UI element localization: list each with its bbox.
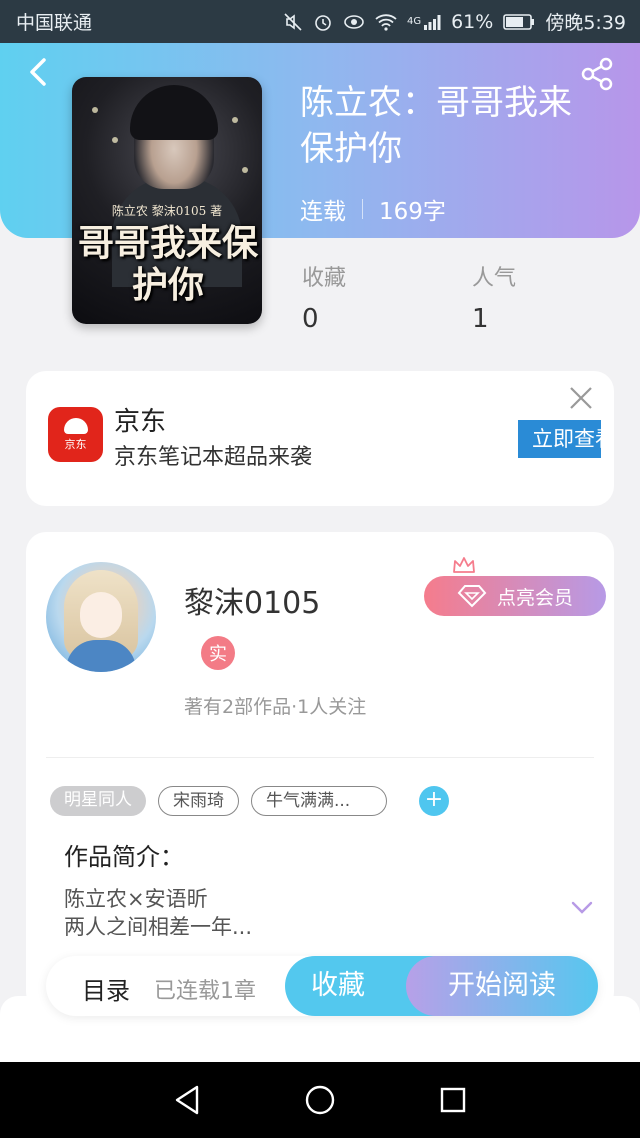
book-title: 陈立农：哥哥我来保护你 xyxy=(300,83,572,169)
toc-button[interactable]: 目录 xyxy=(82,971,130,1006)
signal-icon: 4G xyxy=(407,14,441,30)
book-status: 连载 xyxy=(300,199,346,225)
vip-button[interactable]: 点亮会员 xyxy=(424,576,606,616)
ad-name: 京东 xyxy=(114,407,167,437)
author-name[interactable]: 黎沫0105 xyxy=(184,578,320,622)
word-count: 169字 xyxy=(379,199,446,225)
chevron-down-icon[interactable] xyxy=(570,900,594,916)
back-arrow-icon xyxy=(30,58,46,86)
chapter-count: 已连载1章 xyxy=(154,979,256,1004)
popularity-value: 1 xyxy=(472,304,489,334)
status-icons: 4G 61% 傍晚5:39 xyxy=(283,8,626,35)
intro-line: 两人之间相差一年... xyxy=(64,915,253,939)
ad-card[interactable]: 京东 京东 京东笔记本超品来袭 立即查看 xyxy=(26,371,614,506)
book-cover[interactable]: 陈立农 黎沫0105 著 哥哥我来保护你 xyxy=(72,77,262,324)
tag-item[interactable]: 宋雨琦 xyxy=(158,786,239,816)
mute-icon xyxy=(283,12,303,32)
jd-logo: 京东 xyxy=(48,407,103,462)
cover-author-line: 陈立农 黎沫0105 著 xyxy=(111,204,223,218)
bokeh-light xyxy=(232,117,238,123)
alarm-icon xyxy=(313,12,333,32)
nav-home-icon xyxy=(305,1085,335,1115)
ad-close-button[interactable] xyxy=(566,383,596,413)
start-reading-button[interactable]: 开始阅读 xyxy=(406,956,598,1016)
bokeh-light xyxy=(112,137,118,143)
meta-divider xyxy=(362,199,363,219)
ad-cta-button[interactable]: 立即查看 xyxy=(518,420,601,458)
carrier-name: 中国联通 xyxy=(16,12,93,34)
battery-percent: 61% xyxy=(451,10,494,33)
jd-dog-icon xyxy=(63,417,88,434)
action-bar: 目录 已连载1章 收藏 开始阅读 xyxy=(46,956,598,1016)
battery-icon xyxy=(503,13,535,31)
favorites-label: 收藏 xyxy=(302,266,347,291)
nav-home-button[interactable] xyxy=(300,1080,340,1120)
nav-recent-icon xyxy=(441,1087,466,1113)
cover-title: 哥哥我来保护你 xyxy=(78,222,259,306)
nav-back-icon xyxy=(175,1085,198,1115)
intro-line: 陈立农×安语昕 xyxy=(64,887,208,911)
network-type: 4G xyxy=(406,16,422,27)
avatar-face xyxy=(80,592,122,638)
verified-badge: 实 xyxy=(201,636,235,670)
eye-icon xyxy=(343,12,365,32)
intro-title: 作品简介： xyxy=(64,843,184,871)
intro-text[interactable]: 陈立农×安语昕 两人之间相差一年... xyxy=(64,885,252,941)
status-bar: 中国联通 4G 61% 傍晚5:39 xyxy=(0,0,640,43)
popularity-stat: 人气 1 xyxy=(472,260,516,334)
back-button[interactable] xyxy=(20,54,56,90)
tag-list: 明星同人 宋雨琦 牛气满满... + xyxy=(50,786,449,816)
wifi-icon xyxy=(375,13,397,31)
author-card: 黎沫0105 实 著有2部作品·1人关注 点亮会员 明星同人 宋雨琦 牛气满满.… xyxy=(26,532,614,1012)
cover-figure-hair xyxy=(130,85,218,140)
tag-item[interactable]: 牛气满满... xyxy=(251,786,387,816)
favorites-stat: 收藏 0 xyxy=(302,260,346,334)
diamond-icon xyxy=(457,585,487,608)
book-meta: 连载 169字 xyxy=(300,192,446,226)
system-nav-bar xyxy=(0,1062,640,1138)
popularity-label: 人气 xyxy=(472,266,517,291)
add-tag-button[interactable]: + xyxy=(419,786,449,816)
vip-button-label: 点亮会员 xyxy=(496,586,573,609)
avatar[interactable] xyxy=(46,562,156,672)
crown-icon xyxy=(453,557,475,573)
card-divider xyxy=(46,757,594,758)
ad-description: 京东笔记本超品来袭 xyxy=(114,445,313,470)
bokeh-light xyxy=(92,107,98,113)
favorites-value: 0 xyxy=(302,304,319,334)
clock: 傍晚5:39 xyxy=(545,12,626,34)
tag-item[interactable]: 明星同人 xyxy=(50,786,146,816)
author-stats: 著有2部作品·1人关注 xyxy=(184,696,367,718)
bokeh-light xyxy=(242,167,248,173)
close-icon xyxy=(570,387,592,409)
nav-back-button[interactable] xyxy=(167,1080,207,1120)
jd-logo-text: 京东 xyxy=(64,437,87,451)
nav-recent-button[interactable] xyxy=(433,1080,473,1120)
